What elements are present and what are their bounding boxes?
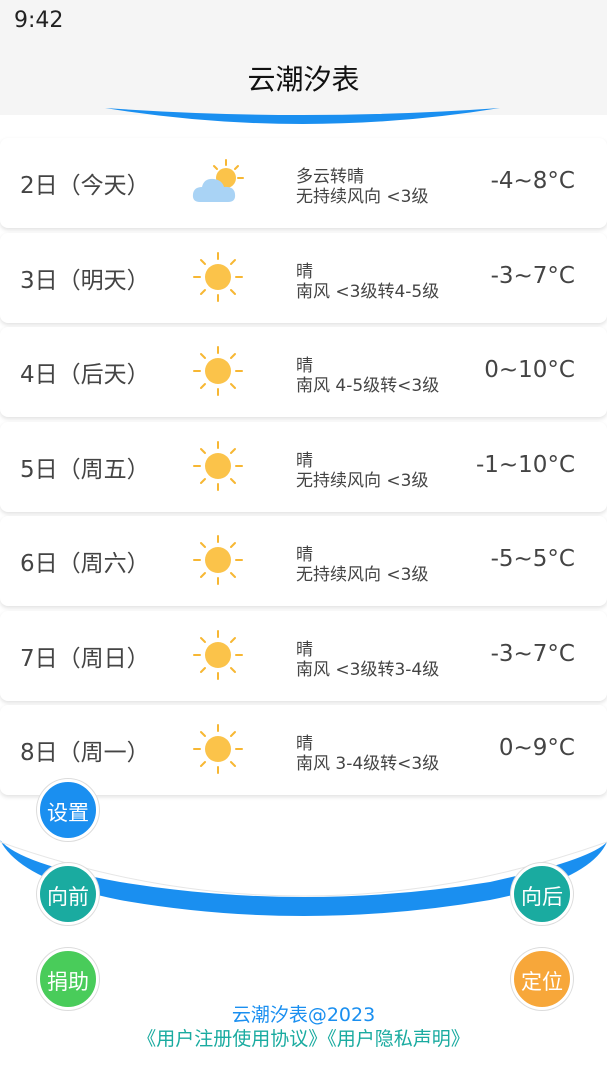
temperature-range: 0~10°C <box>484 357 575 383</box>
forecast-row[interactable]: 8日（周一） 晴 南风 3-4级转<3级 0~9°C <box>0 705 607 795</box>
sun-icon <box>193 724 243 774</box>
sun-icon <box>193 535 243 585</box>
top-bar: 9:42 云潮汐表 <box>0 0 607 115</box>
day-label: 3日（明天） <box>20 267 150 294</box>
temperature-range: -4~8°C <box>490 168 575 194</box>
footer-copyright: 云潮汐表@2023 <box>231 1004 376 1026</box>
sun-icon <box>193 629 243 680</box>
forecast-row[interactable]: 3日（明天） 晴 南风 <3级转4-5级 -3~7°C <box>0 232 607 323</box>
privacy-policy-link[interactable]: 《用户隐私声明》 <box>327 1028 470 1050</box>
forecast-list: 2日（今天） 多云转晴 无持续风向 <3级 -4~8°C 3日（明天） 晴 南风… <box>0 138 607 800</box>
forward-button[interactable]: 向前 <box>37 863 99 925</box>
sun-icon <box>193 346 243 396</box>
wind-text: 南风 3-4级转<3级 <box>296 754 440 774</box>
forecast-row[interactable]: 4日（后天） 晴 南风 4-5级转<3级 0~10°C <box>0 327 607 417</box>
forecast-row[interactable]: 6日（周六） 晴 无持续风向 <3级 -5~5°C <box>0 516 607 606</box>
temperature-range: -1~10°C <box>475 451 575 478</box>
day-label: 5日（周五） <box>20 456 150 483</box>
temperature-range: 0~9°C <box>498 735 575 761</box>
temperature-range: -3~7°C <box>490 262 575 289</box>
temperature-range: -3~7°C <box>490 640 575 667</box>
partly-cloudy-icon <box>192 159 244 202</box>
day-label: 4日（后天） <box>20 362 150 388</box>
status-time: 9:42 <box>14 8 64 33</box>
wind-text: 南风 4-5级转<3级 <box>296 376 440 396</box>
sun-icon <box>193 440 243 491</box>
wind-text: 南风 <3级转4-5级 <box>296 281 440 302</box>
day-label: 8日（周一） <box>20 740 150 766</box>
page-title: 云潮汐表 <box>247 63 360 96</box>
day-label: 2日（今天） <box>20 173 150 199</box>
back-button[interactable]: 向后 <box>511 863 573 925</box>
wind-text: 无持续风向 <3级 <box>296 470 429 491</box>
user-agreement-link[interactable]: 《用户注册使用协议》 <box>137 1028 327 1050</box>
settings-button[interactable]: 设置 <box>37 779 99 841</box>
forecast-row[interactable]: 5日（周五） 晴 无持续风向 <3级 -1~10°C <box>0 421 607 512</box>
day-label: 7日（周日） <box>20 645 150 672</box>
forecast-row[interactable]: 2日（今天） 多云转晴 无持续风向 <3级 -4~8°C <box>0 138 607 228</box>
wind-text: 无持续风向 <3级 <box>296 565 429 585</box>
sun-icon <box>193 251 243 302</box>
footer-links: 《用户注册使用协议》《用户隐私声明》 <box>0 1024 607 1051</box>
wind-text: 无持续风向 <3级 <box>296 187 429 207</box>
temperature-range: -5~5°C <box>490 546 575 572</box>
forecast-row[interactable]: 7日（周日） 晴 南风 <3级转3-4级 -3~7°C <box>0 610 607 701</box>
day-label: 6日（周六） <box>20 551 150 577</box>
top-arc-decoration <box>105 108 500 124</box>
wind-text: 南风 <3级转3-4级 <box>296 659 440 680</box>
